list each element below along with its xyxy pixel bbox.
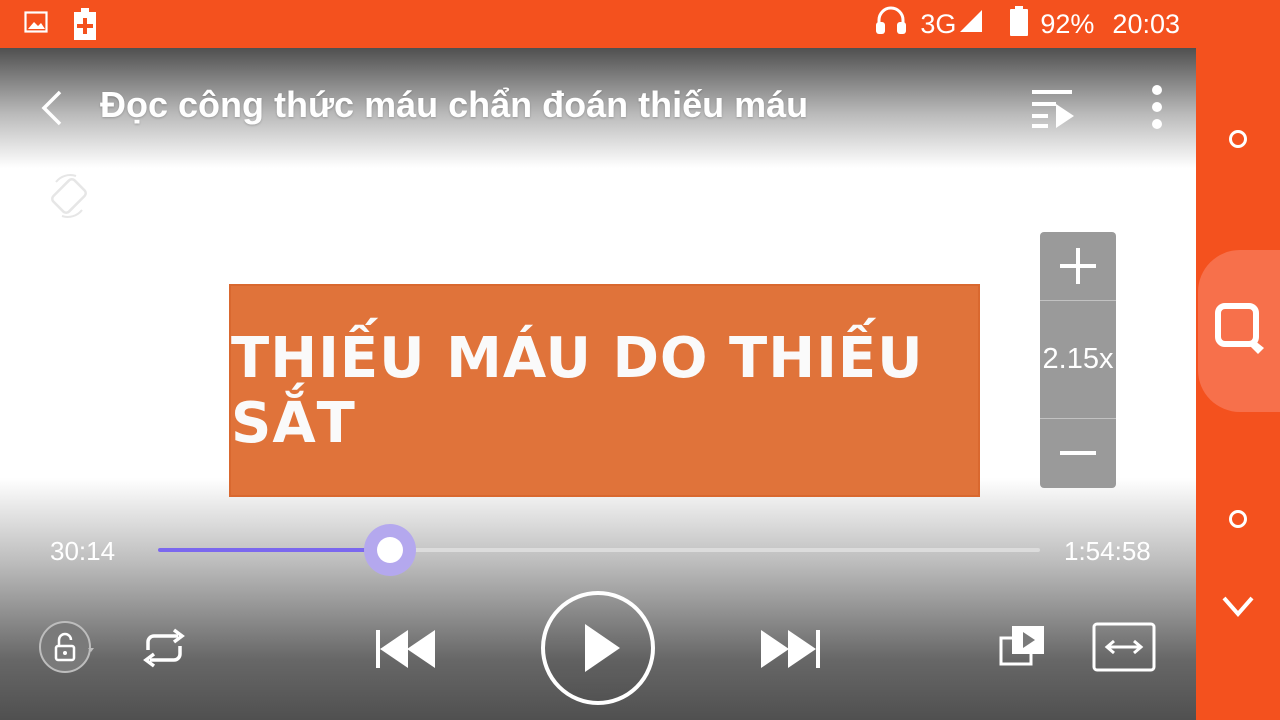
chevron-down-icon[interactable] — [1220, 594, 1256, 625]
more-options-button[interactable] — [1142, 84, 1172, 130]
signal-icon — [958, 8, 984, 41]
seek-bar-progress — [158, 548, 390, 552]
floating-assistant-button[interactable] — [1198, 250, 1280, 412]
lock-button[interactable] — [38, 620, 98, 676]
popup-play-button[interactable] — [998, 624, 1046, 668]
nav-dot-icon[interactable] — [1229, 130, 1247, 148]
video-frame-banner: THIẾU MÁU DO THIẾU SẮT — [229, 284, 980, 497]
zoom-level: 2.15x — [1042, 343, 1114, 375]
more-vert-icon — [1152, 85, 1162, 129]
video-player[interactable]: Đọc công thức máu chẩn đoán thiếu máu TH… — [0, 48, 1196, 720]
back-button[interactable] — [36, 86, 70, 130]
popup-play-icon — [999, 626, 1044, 666]
battery-icon — [1010, 5, 1029, 43]
playlist-button[interactable] — [1028, 86, 1076, 130]
aspect-ratio-button[interactable] — [1092, 622, 1156, 672]
playlist-icon — [1032, 90, 1074, 128]
minus-icon — [1060, 451, 1096, 455]
status-bar-right: 3G 92% 20:03 — [874, 0, 1180, 48]
video-title: Đọc công thức máu chẩn đoán thiếu máu — [100, 84, 809, 125]
side-nav-strip — [1196, 48, 1280, 720]
seek-thumb[interactable] — [364, 524, 416, 576]
rotate-screen-button[interactable] — [46, 172, 92, 220]
clock: 20:03 — [1112, 8, 1180, 39]
back-arrow-icon — [41, 90, 62, 126]
total-duration: 1:54:58 — [1064, 536, 1151, 566]
gallery-icon — [24, 10, 48, 39]
zoom-out-button[interactable] — [1040, 419, 1116, 488]
zoom-in-button[interactable] — [1040, 232, 1116, 300]
previous-button[interactable] — [374, 628, 436, 670]
play-icon — [541, 591, 655, 705]
headset-icon — [874, 5, 908, 44]
next-button[interactable] — [760, 628, 822, 670]
slide-caption: THIẾU MÁU DO THIẾU SẮT — [231, 325, 924, 456]
screen-rotation-icon — [51, 174, 87, 218]
aspect-ratio-icon — [1092, 622, 1156, 672]
zoom-control: 2.15x — [1040, 232, 1116, 488]
network-type: 3G — [920, 8, 957, 39]
chat-bubble-icon — [1215, 303, 1264, 354]
seek-bar[interactable] — [158, 548, 1040, 552]
elapsed-time: 30:14 — [50, 536, 116, 566]
battery-charging-icon — [74, 8, 96, 45]
skip-previous-icon — [376, 630, 435, 668]
repeat-icon — [143, 628, 185, 668]
nav-dot-icon[interactable] — [1229, 510, 1247, 528]
repeat-button[interactable] — [140, 626, 188, 670]
play-button[interactable] — [540, 590, 656, 706]
battery-level: 92% — [1040, 8, 1095, 39]
plus-icon — [1060, 248, 1096, 284]
status-bar: 3G 92% 20:03 — [0, 0, 1280, 48]
skip-next-icon — [761, 630, 820, 668]
lock-icon — [39, 621, 94, 673]
